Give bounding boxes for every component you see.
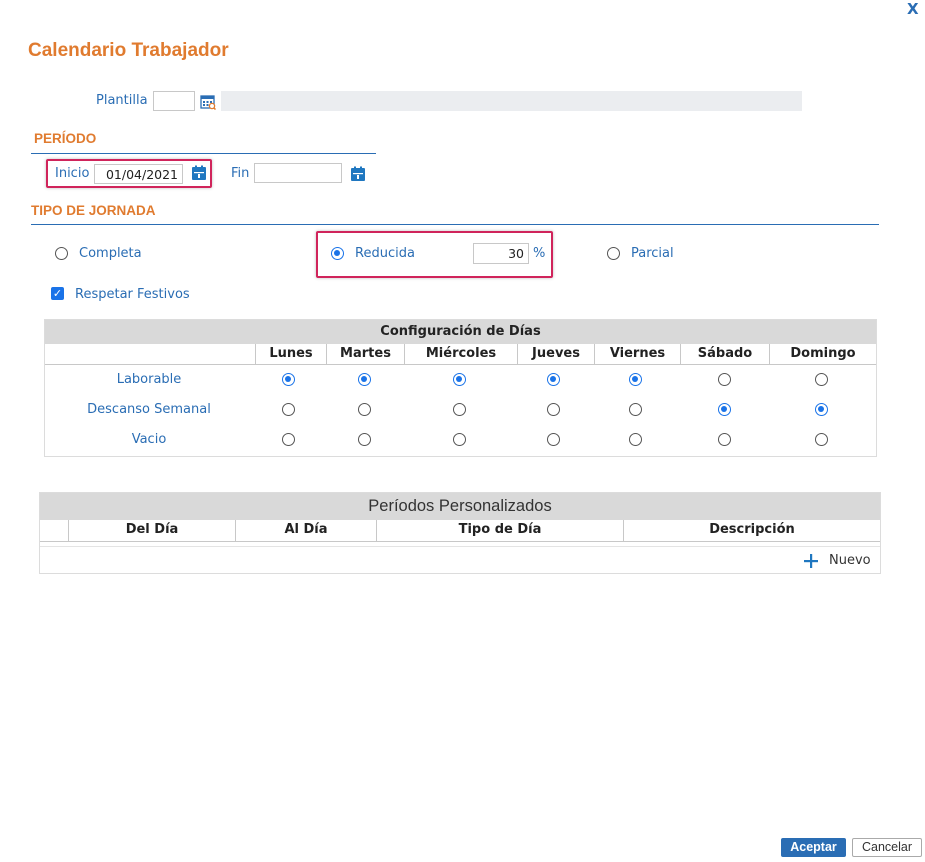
plantilla-description-field [221,91,802,111]
config-dias-header-row: Lunes Martes Miércoles Jueves Viernes Sá… [45,344,876,365]
close-button[interactable]: X [907,0,919,18]
fin-label: Fin [231,166,250,181]
day-config-radio[interactable] [815,373,828,386]
day-header-domingo: Domingo [769,344,876,364]
day-config-radio[interactable] [547,373,560,386]
day-config-radio[interactable] [718,373,731,386]
config-row-label: Laborable [116,372,182,387]
completa-label: Completa [79,246,142,261]
periodo-section-title: PERÍODO [34,131,97,146]
config-row-label: Descanso Semanal [87,402,211,417]
day-config-radio[interactable] [453,403,466,416]
day-config-radio[interactable] [718,433,731,446]
page-title: Calendario Trabajador [28,40,229,61]
day-config-radio[interactable] [629,373,642,386]
template-lookup-icon[interactable] [200,94,216,110]
plantilla-label: Plantilla [96,93,148,108]
day-config-radio[interactable] [358,403,371,416]
periodo-divider [31,153,376,154]
col-header-al-dia: Al Día [235,520,376,541]
day-config-radio[interactable] [358,373,371,386]
periodos-divider [40,546,880,547]
percentage-unit: % [533,246,546,261]
day-config-radio[interactable] [358,433,371,446]
cancel-button[interactable]: Cancelar [852,838,922,857]
config-dias-title: Configuración de Días [45,320,876,344]
day-config-radio[interactable] [453,373,466,386]
reducida-radio[interactable] [331,247,344,260]
inicio-calendar-icon[interactable] [191,165,207,181]
day-config-radio[interactable] [282,373,295,386]
day-config-radio[interactable] [453,433,466,446]
respetar-festivos-label: Respetar Festivos [75,287,190,302]
col-header-del-dia: Del Día [68,520,235,541]
parcial-label: Parcial [631,246,674,261]
col-header-descripcion: Descripción [623,520,880,541]
nuevo-button[interactable]: Nuevo [803,552,875,570]
respetar-festivos-checkbox[interactable]: ✓ [51,287,64,300]
day-config-radio[interactable] [815,403,828,416]
tipo-jornada-divider [31,224,879,225]
parcial-radio[interactable] [607,247,620,260]
fin-date-input[interactable] [254,163,342,183]
day-config-radio[interactable] [629,403,642,416]
inicio-date-input[interactable]: 01/04/2021 [94,164,183,184]
periodos-table: Períodos Personalizados Del Día Al Día T… [39,492,881,574]
day-header-martes: Martes [326,344,404,364]
day-config-radio[interactable] [282,403,295,416]
day-config-radio[interactable] [547,433,560,446]
day-header-viernes: Viernes [594,344,680,364]
plantilla-code-input[interactable] [153,91,195,111]
day-config-radio[interactable] [815,433,828,446]
day-header-lunes: Lunes [255,344,326,364]
day-config-radio[interactable] [282,433,295,446]
day-config-radio[interactable] [547,403,560,416]
day-config-radio[interactable] [718,403,731,416]
config-row-label: Vacio [131,432,167,447]
day-header-jueves: Jueves [517,344,594,364]
day-header-miercoles: Miércoles [404,344,517,364]
nuevo-label: Nuevo [829,553,871,568]
completa-radio[interactable] [55,247,68,260]
tipo-jornada-section-title: TIPO DE JORNADA [31,203,156,218]
plus-icon [804,554,818,568]
day-header-sabado: Sábado [680,344,769,364]
percentage-input[interactable]: 30 [473,243,529,264]
reducida-label: Reducida [355,246,415,261]
periodos-header-row: Del Día Al Día Tipo de Día Descripción [40,520,880,542]
inicio-label: Inicio [55,166,90,181]
day-config-radio[interactable] [629,433,642,446]
accept-button[interactable]: Aceptar [781,838,846,857]
col-header-tipo-dia: Tipo de Día [376,520,623,541]
periodos-title: Períodos Personalizados [40,493,880,520]
fin-calendar-icon[interactable] [350,166,366,182]
